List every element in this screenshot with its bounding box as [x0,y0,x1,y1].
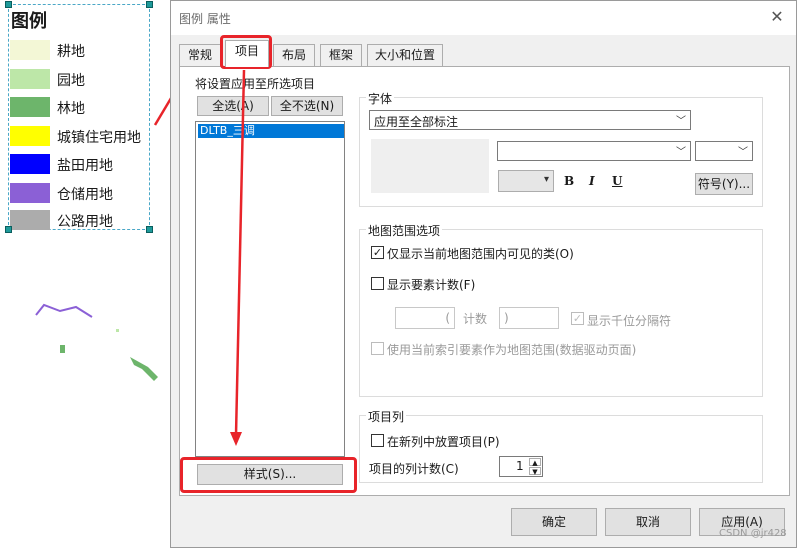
column-count-label: 项目的列计数(C) [369,462,459,476]
legend-item: 仓储用地 [9,183,151,205]
column-count-value: 1 [516,459,524,473]
font-color-picker[interactable]: ▾ [498,170,554,192]
legend-swatch [10,183,50,203]
legend-item: 林地 [9,97,151,119]
legend-swatch [10,97,50,117]
show-count-label: 显示要素计数(F) [387,278,476,292]
legend-item: 公路用地 [9,210,151,232]
font-apply-mode-value: 应用至全部标注 [374,115,459,129]
tab-layout[interactable]: 布局 [273,44,315,66]
map-feature [60,345,65,353]
spin-down-icon[interactable]: ▼ [529,467,541,476]
close-icon[interactable]: ✕ [768,8,786,26]
use-index-feature-label: 使用当前索引要素作为地图范围(数据驱动页面) [387,343,637,357]
underline-button[interactable]: U [612,174,622,188]
new-column-label: 在新列中放置项目(P) [387,435,500,449]
layer-list[interactable]: DLTB_三调 [195,121,345,457]
ok-button[interactable]: 确定 [511,508,597,536]
show-count-checkbox[interactable] [371,277,384,290]
font-size-select[interactable]: ﹀ [695,141,753,161]
font-preview [371,139,489,193]
legend-label: 仓储用地 [57,187,113,203]
legend-item: 盐田用地 [9,154,151,176]
dialog-titlebar[interactable]: 图例 属性 ✕ [171,1,796,35]
count-suffix-input[interactable]: ) [499,307,559,329]
legend-label: 盐田用地 [57,158,113,174]
tab-frame[interactable]: 框架 [320,44,362,66]
chevron-down-icon: ﹀ [676,147,686,158]
legend-swatch [10,126,50,146]
legend-swatch [10,210,50,230]
symbol-button[interactable]: 符号(Y)... [695,173,753,195]
highlight-box-style-button [180,457,357,493]
count-suffix-text: ) [504,311,509,325]
selection-handle[interactable] [5,226,12,233]
selection-handle[interactable] [146,1,153,8]
legend-label: 林地 [57,101,85,117]
chevron-down-icon: ﹀ [738,147,748,158]
dialog-title: 图例 属性 [179,12,231,26]
map-features [35,303,158,381]
map-extent-group-title: 地图范围选项 [366,222,443,239]
map-feature [116,329,119,332]
only-visible-label: 仅显示当前地图范围内可见的类(O) [387,247,574,261]
map-legend[interactable]: 图例 耕地 园地 林地 城镇住宅用地 盐田用地 仓储用地 公路用地 [5,1,153,233]
bold-button[interactable]: B [564,174,574,188]
tab-size-position[interactable]: 大小和位置 [367,44,443,66]
legend-item: 耕地 [9,40,151,62]
count-prefix-text: ( [445,311,450,325]
legend-item: 园地 [9,69,151,91]
selection-handle[interactable] [146,226,153,233]
legend-swatch [10,154,50,174]
legend-swatch [10,40,50,60]
dropdown-arrow-icon: ▾ [543,174,549,185]
column-count-stepper[interactable]: 1 ▲ ▼ [499,456,543,477]
new-column-checkbox[interactable] [371,434,384,447]
font-apply-mode-select[interactable]: 应用至全部标注 ﹀ [369,110,691,130]
tab-items[interactable]: 项目 [225,40,269,67]
legend-item: 城镇住宅用地 [9,126,151,148]
italic-button[interactable]: I [589,174,595,188]
map-feature [130,357,158,381]
legend-swatch [10,69,50,89]
font-group-title: 字体 [366,90,395,107]
count-prefix-input[interactable]: ( [395,307,455,329]
only-visible-checkbox[interactable]: ✓ [371,246,384,259]
cancel-button[interactable]: 取消 [605,508,691,536]
item-column-group-title: 项目列 [366,408,407,425]
use-index-feature-checkbox[interactable] [371,342,384,355]
legend-label: 城镇住宅用地 [57,130,141,146]
watermark: CSDN @jr428 [719,528,787,539]
map-feature [35,303,93,318]
annotation-arrow [230,69,246,446]
legend-title: 图例 [11,11,47,32]
legend-label: 园地 [57,73,85,89]
tab-general[interactable]: 常规 [179,44,221,66]
count-label: 计数 [463,312,488,326]
legend-label: 公路用地 [57,214,113,230]
font-name-select[interactable]: ﹀ [497,141,691,161]
thousands-separator-checkbox[interactable]: ✓ [571,312,584,325]
selection-handle[interactable] [5,1,12,8]
spin-up-icon[interactable]: ▲ [529,458,541,467]
chevron-down-icon: ﹀ [676,116,686,127]
deselect-all-button[interactable]: 全不选(N) [271,96,343,116]
thousands-separator-label: 显示千位分隔符 [587,314,672,328]
legend-label: 耕地 [57,44,85,60]
